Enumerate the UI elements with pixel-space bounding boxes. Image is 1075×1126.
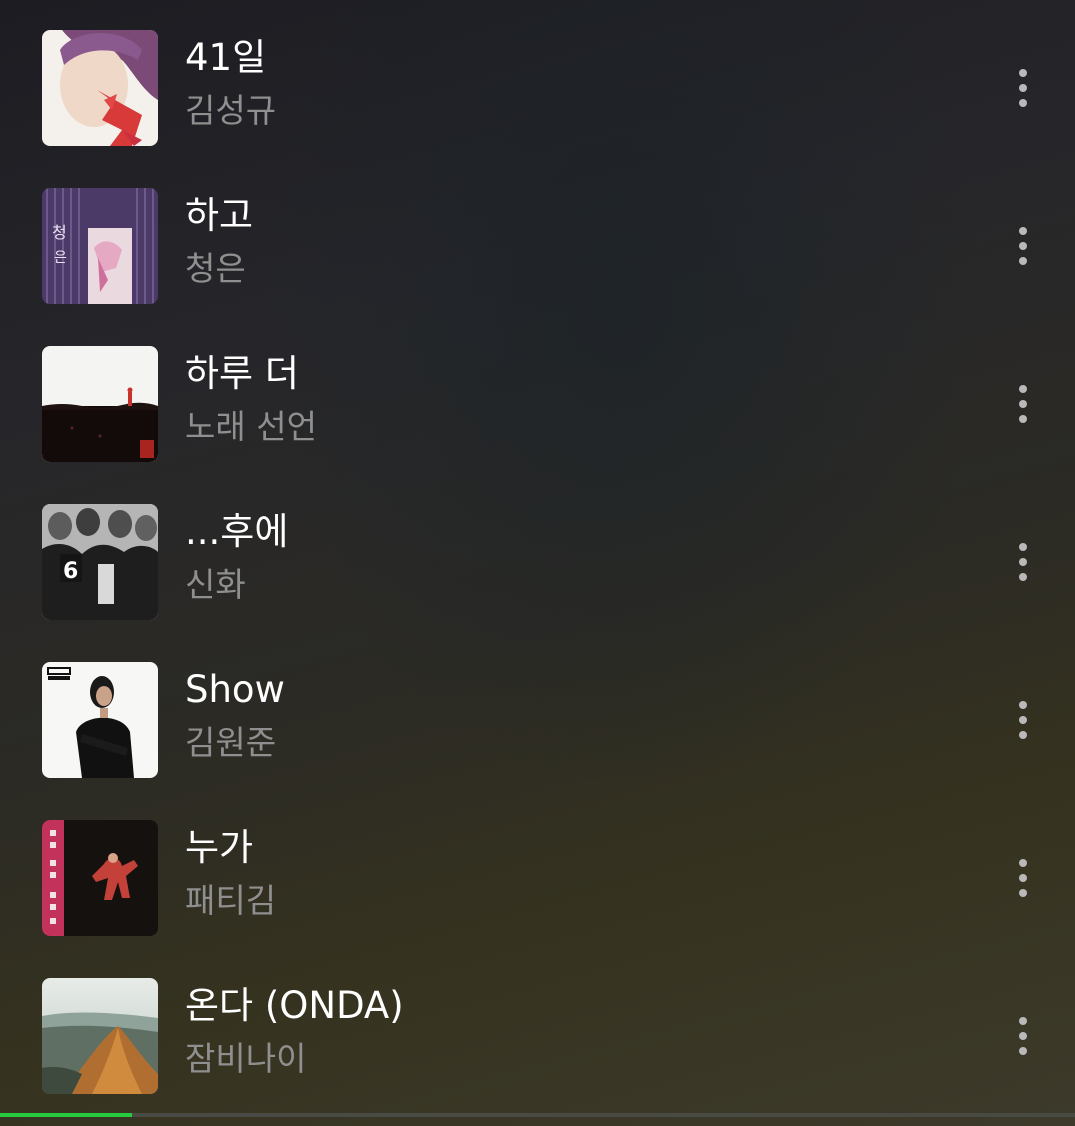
track-artist: 노래 선언	[185, 407, 317, 446]
album-art	[42, 30, 158, 146]
track-row[interactable]: 온다 (ONDA) 잠비나이	[0, 948, 1075, 1106]
playback-progress-bar[interactable]	[0, 1113, 1075, 1117]
track-row[interactable]: Show 김원준	[0, 632, 1075, 790]
more-vertical-icon[interactable]	[1002, 372, 1044, 436]
track-title: ...후에	[185, 510, 289, 553]
svg-text:6: 6	[63, 559, 78, 584]
album-art: 6	[42, 504, 158, 620]
playback-progress-fill	[0, 1113, 132, 1117]
more-vertical-icon[interactable]	[1002, 214, 1044, 278]
track-row[interactable]: 청 은 하고 청은	[0, 158, 1075, 316]
track-artist: 잠비나이	[185, 1039, 307, 1078]
track-artist: 신화	[185, 565, 246, 604]
track-row[interactable]: 41일 김성규	[0, 0, 1075, 158]
more-vertical-icon[interactable]	[1002, 56, 1044, 120]
track-title: 온다 (ONDA)	[185, 984, 404, 1027]
more-vertical-icon[interactable]	[1002, 1004, 1044, 1068]
album-art	[42, 346, 158, 462]
album-art	[42, 662, 158, 778]
track-artist: 패티김	[185, 881, 277, 920]
track-row[interactable]: 누가 패티김	[0, 790, 1075, 948]
track-row[interactable]: 하루 더 노래 선언	[0, 316, 1075, 474]
track-title: Show	[185, 668, 285, 711]
svg-text:은: 은	[54, 250, 67, 266]
track-title: 누가	[185, 826, 254, 869]
track-title: 41일	[185, 36, 267, 79]
album-art	[42, 978, 158, 1094]
track-list: 41일 김성규 청 은 하고 청은 하루 더 노래 선언 6 ...후에 신화 …	[0, 0, 1075, 1112]
track-row[interactable]: 6 ...후에 신화	[0, 474, 1075, 632]
more-vertical-icon[interactable]	[1002, 688, 1044, 752]
album-art: 청 은	[42, 188, 158, 304]
track-artist: 김성규	[185, 91, 277, 130]
track-title: 하고	[185, 194, 254, 237]
track-title: 하루 더	[185, 352, 299, 395]
track-artist: 청은	[185, 249, 246, 288]
album-art	[42, 820, 158, 936]
svg-text:청: 청	[52, 223, 67, 242]
more-vertical-icon[interactable]	[1002, 530, 1044, 594]
more-vertical-icon[interactable]	[1002, 846, 1044, 910]
track-artist: 김원준	[185, 723, 277, 762]
